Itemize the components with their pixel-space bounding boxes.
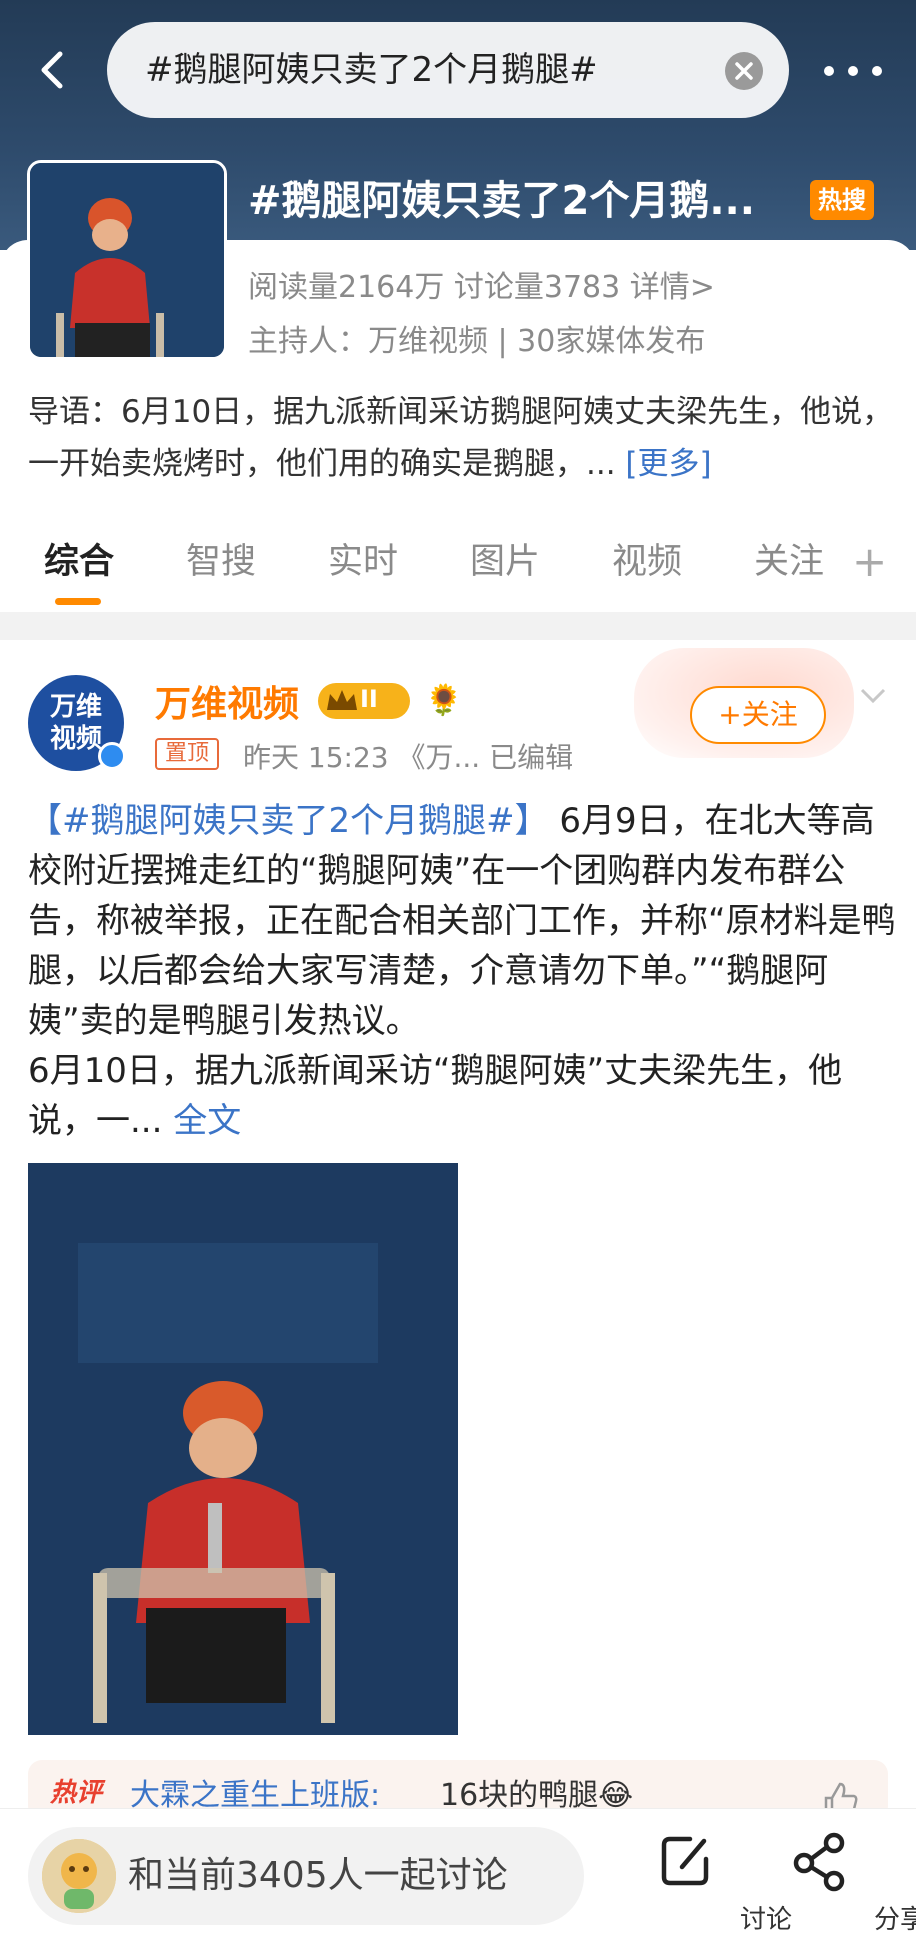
post-image[interactable] [28, 1163, 458, 1735]
tab-realtime[interactable]: 实时 [328, 530, 398, 594]
search-text: #鹅腿阿姨只卖了2个月鹅腿# [145, 50, 598, 90]
post-meta: 昨天 15:23 《万... 已编辑 [243, 741, 574, 774]
user-avatar [42, 1839, 116, 1913]
verified-icon [98, 742, 126, 770]
tab-following[interactable]: 关注 [754, 530, 824, 594]
tab-smart-search[interactable]: 智搜 [186, 530, 256, 594]
post-text-2: 6月10日，据九派新闻采访“鹅腿阿姨”丈夫梁先生，他说，一... [28, 1051, 843, 1141]
full-text-link[interactable]: 全文 [173, 1101, 241, 1141]
more-icon[interactable] [820, 50, 890, 90]
clear-icon[interactable] [725, 52, 763, 90]
follow-button[interactable]: +关注 [690, 686, 826, 744]
post-hashtag[interactable]: 【#鹅腿阿姨只卖了2个月鹅腿#】 [28, 801, 549, 841]
level-badge: II [318, 683, 410, 719]
hot-comment-label: 热评 [50, 1778, 103, 1808]
topic-intro: 导语：6月10日，据九派新闻采访鹅腿阿姨丈夫梁先生，他说，一开始卖烧烤时，他们用… [28, 386, 898, 490]
topic-host: 主持人：万维视频 | 30家媒体发布 [248, 324, 706, 359]
post-body: 【#鹅腿阿姨只卖了2个月鹅腿#】 6月9日，在北大等高校附近摆摊走红的“鹅腿阿姨… [28, 796, 898, 1146]
topic-cover-image [27, 160, 227, 360]
back-icon[interactable] [30, 46, 78, 94]
share-button[interactable]: 分享 [780, 1829, 916, 1939]
share-label: 分享 [873, 1905, 916, 1935]
hot-search-badge: 热搜 [810, 180, 874, 220]
discussion-input[interactable]: 和当前3405人一起讨论 [28, 1827, 584, 1925]
section-divider [0, 612, 916, 640]
discuss-button[interactable]: 讨论 [646, 1829, 792, 1939]
tab-images[interactable]: 图片 [470, 530, 540, 594]
chevron-down-icon[interactable] [858, 680, 888, 710]
intro-text: 导语：6月10日，据九派新闻采访鹅腿阿姨丈夫梁先生，他说，一开始卖烧烤时，他们用… [28, 394, 894, 482]
author-name[interactable]: 万维视频 [155, 675, 299, 727]
top-bar: #鹅腿阿姨只卖了2个月鹅腿# [0, 22, 916, 118]
tab-bar: 综合 智搜 实时 图片 视频 关注 [0, 530, 916, 610]
intro-more-link[interactable]: [更多] [625, 446, 711, 482]
edit-icon [661, 1836, 709, 1886]
sunflower-icon: 🌻 [425, 683, 463, 718]
discussion-prompt: 和当前3405人一起讨论 [128, 1855, 508, 1896]
tab-comprehensive[interactable]: 综合 [44, 530, 114, 594]
avatar-text-line-1: 万维 [49, 692, 102, 722]
topic-stats[interactable]: 阅读量2164万 讨论量3783 详情> [248, 262, 715, 306]
search-input[interactable]: #鹅腿阿姨只卖了2个月鹅腿# [107, 22, 789, 118]
bottom-bar: 和当前3405人一起讨论 讨论 分享 [0, 1808, 916, 1942]
pinned-badge: 置顶 [155, 738, 220, 770]
topic-title: #鹅腿阿姨只卖了2个月鹅... [248, 178, 755, 224]
tab-active-indicator [55, 598, 101, 605]
level-text: II [360, 685, 378, 713]
share-icon [793, 1832, 845, 1892]
tab-videos[interactable]: 视频 [612, 530, 682, 594]
add-tab-icon[interactable]: + [852, 540, 887, 584]
